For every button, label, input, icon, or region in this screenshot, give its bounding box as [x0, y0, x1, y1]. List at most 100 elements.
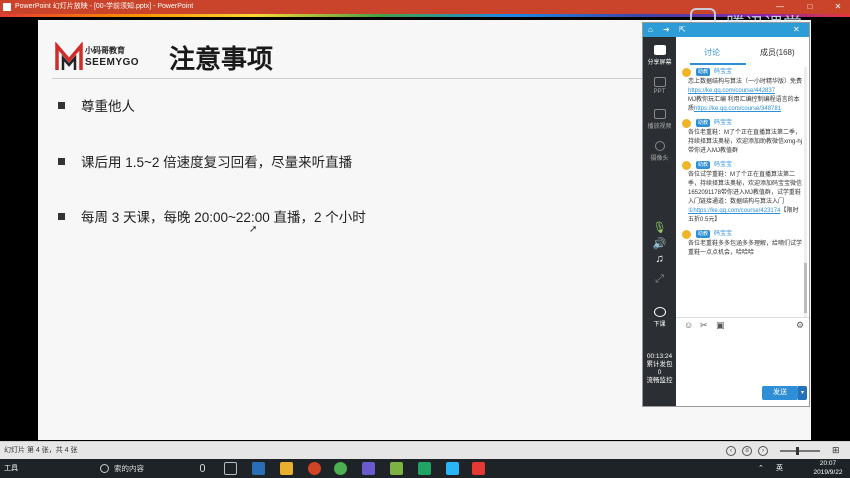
ppt-button[interactable]: PPT [643, 77, 676, 95]
app-icon[interactable] [390, 462, 403, 475]
course-link[interactable]: ①https://ke.qq.com/course/423174 [688, 208, 780, 214]
microphone-icon[interactable] [200, 464, 205, 472]
role-badge: 助教 [696, 68, 711, 76]
avatar [682, 68, 691, 77]
powerpoint-icon [3, 3, 11, 11]
chat-scroll-thumb[interactable] [804, 263, 807, 313]
camera-icon [654, 141, 665, 151]
bullet-item: 每周 3 天课，每晚 20:00~22:00 直播，2 个小时 [58, 206, 618, 226]
timer-value: 00:13:24 [646, 353, 673, 360]
tab-members[interactable]: 成员(168) [760, 47, 795, 58]
share-screen-button[interactable]: 分享屏幕 [643, 45, 676, 66]
panel-tabs: 讨论 成员(168) [676, 37, 809, 65]
prev-slide-icon[interactable]: ‹ [726, 446, 736, 456]
role-badge: 助教 [696, 119, 711, 127]
search-icon [100, 464, 109, 473]
course-link[interactable]: https://ke.qq.com/course/348781 [694, 106, 781, 112]
windows-taskbar: 工具 索的内容 ⌃ 英 20:07 2019/9/22 [0, 459, 850, 478]
power-icon [653, 307, 666, 317]
send-button[interactable]: 发送 [762, 386, 798, 400]
logo-cn-text: 小码哥教育 [85, 46, 125, 55]
avatar [682, 230, 691, 239]
share-icon[interactable]: ⇱ [679, 26, 687, 34]
app-icon[interactable] [472, 462, 485, 475]
speaker-icon[interactable]: 🔊 [643, 237, 676, 250]
screen-icon [653, 45, 666, 55]
tab-discussion[interactable]: 讨论 [704, 47, 720, 58]
stats-label: 累计发包 [646, 361, 673, 368]
sender-name[interactable]: 码宝宝 [714, 229, 732, 239]
bullet-item: 尊重他人 [58, 95, 618, 115]
course-link[interactable]: https://ke.qq.com/course/442837 [688, 88, 775, 94]
camera-button[interactable]: 摄像头 [643, 141, 676, 162]
mouse-cursor-icon: ➚ [249, 224, 258, 235]
chrome-icon[interactable] [334, 462, 347, 475]
slide-counter: 幻灯片 第 4 张，共 4 张 [4, 447, 78, 454]
zoom-knob[interactable] [796, 447, 799, 455]
video-icon [653, 109, 666, 119]
emoji-icon[interactable]: ☺ [684, 320, 693, 330]
stats-value: 0 [657, 369, 662, 376]
app-icon[interactable] [446, 462, 459, 475]
end-class-button[interactable]: 下课 [643, 307, 676, 328]
image-icon[interactable]: ▣ [716, 320, 725, 331]
chat-message: 助教 码宝宝 各位试学重鞋：M了个正在直播算法第二季，持续择算法奥秘，欢迎添加码宝… [676, 160, 804, 225]
square-bullet-icon [58, 102, 65, 109]
seemygo-logo: 小码哥教育 SEEMYGO [55, 40, 155, 76]
sender-name[interactable]: 码宝宝 [714, 160, 732, 170]
menu-icon[interactable]: ≡ [742, 446, 752, 456]
expand-icon[interactable]: ⤢ [643, 273, 676, 286]
sender-name[interactable]: 码宝宝 [714, 67, 732, 77]
ime-indicator[interactable]: 英 [776, 459, 783, 478]
play-video-button[interactable]: 播放视频 [643, 109, 676, 130]
classroom-panel: ⌂ ➜ ⇱ ✕ 分享屏幕 PPT 播放视频 摄像头 🎙 🔊 ♫ ⤢ 下课 00:… [642, 22, 810, 407]
logo-en-text: SEEMYGO [85, 57, 140, 68]
window-title: PowerPoint 幻灯片放映 - [00-学前须知.pptx] - Powe… [15, 3, 194, 10]
bullet-item: 课后用 1.5~2 倍速度复习回看，尽量来听直播 [58, 151, 618, 171]
app-icon[interactable] [362, 462, 375, 475]
music-icon[interactable]: ♫ [643, 253, 676, 265]
zoom-slider[interactable] [780, 450, 820, 452]
home-icon[interactable]: ⌂ [648, 26, 656, 34]
logo-m-icon [55, 42, 83, 70]
settings-gear-icon[interactable]: ⚙ [796, 320, 804, 331]
next-slide-icon[interactable]: › [758, 446, 768, 456]
send-options-dropdown[interactable]: ▾ [798, 386, 807, 400]
powerpoint-taskbar-icon[interactable] [308, 462, 321, 475]
forward-icon[interactable]: ➜ [663, 26, 671, 34]
panel-close-icon[interactable]: ✕ [793, 26, 801, 34]
start-label[interactable]: 工具 [4, 459, 18, 478]
role-badge: 助教 [696, 230, 711, 238]
system-clock[interactable]: 20:07 2019/9/22 [808, 459, 848, 477]
search-placeholder: 索的内容 [114, 464, 144, 473]
role-badge: 助教 [696, 161, 711, 169]
active-tab-indicator [690, 63, 746, 65]
app-icon[interactable] [418, 462, 431, 475]
ppt-icon [653, 77, 666, 87]
chat-message: 助教 码宝宝 恋上数据结构与算法（一小时精华版）免费https://ke.qq.c… [676, 67, 804, 114]
panel-topbar: ⌂ ➜ ⇱ ✕ [643, 23, 809, 37]
square-bullet-icon [58, 158, 65, 165]
task-view-icon[interactable] [224, 462, 237, 475]
microphone-icon[interactable]: 🎙 [643, 221, 676, 234]
chat-message: 助教 码宝宝 各位老重鞋多多包涵多多理解，给嘀们试学重鞋一点点机会，哈哈哈 [676, 229, 804, 258]
tray-chevron-icon[interactable]: ⌃ [758, 459, 764, 478]
fit-slide-icon[interactable]: ⊞ [832, 442, 840, 459]
taskbar-search[interactable]: 索的内容 [96, 461, 216, 476]
sender-name[interactable]: 码宝宝 [714, 118, 732, 128]
chat-toolbar: ☺ ✂ ▣ ⚙ [676, 317, 809, 331]
powerpoint-statusbar: 幻灯片 第 4 张，共 4 张 ‹ ≡ › ⊞ [0, 441, 850, 459]
file-explorer-icon[interactable] [280, 462, 293, 475]
slide-title: 注意事项 [169, 44, 274, 74]
chat-message: 助教 码宝宝 各位老重鞋：M了个正在直播算法第二季，持续择算法奥秘，欢迎添加助教微… [676, 118, 804, 156]
avatar [682, 119, 691, 128]
app-icon[interactable] [252, 462, 265, 475]
avatar [682, 161, 691, 170]
close-button[interactable]: ✕ [828, 0, 848, 14]
scissors-icon[interactable]: ✂ [700, 320, 708, 331]
chat-list: 助教 码宝宝 恋上数据结构与算法（一小时精华版）免费https://ke.qq.c… [676, 67, 804, 317]
net-label: 流畅监控 [646, 377, 673, 384]
class-timer: 00:13:24 累计发包 0 流畅监控 [643, 353, 676, 385]
classroom-sidebar: 分享屏幕 PPT 播放视频 摄像头 🎙 🔊 ♫ ⤢ 下课 [643, 37, 676, 406]
square-bullet-icon [58, 213, 65, 220]
